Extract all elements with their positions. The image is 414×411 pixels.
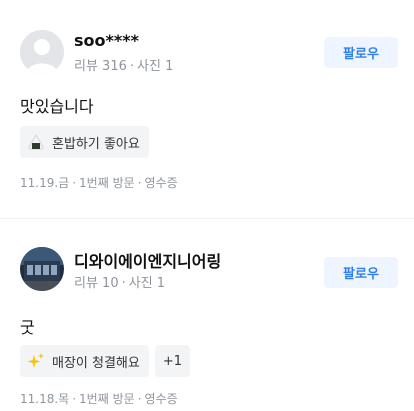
follow-button[interactable]: 팔로우 <box>324 257 398 288</box>
verification-type: 영수증 <box>144 176 178 190</box>
reviewer-stats: 리뷰 10 · 사진 1 <box>74 272 165 291</box>
keyword-tag: 매장이 청결해요 <box>20 345 149 377</box>
separator-dot: · <box>121 276 126 291</box>
follow-button[interactable]: 팔로우 <box>324 37 398 68</box>
separator-dot: · <box>72 176 77 190</box>
tag-label: 매장이 청결해요 <box>52 355 140 371</box>
photo-count: 사진 1 <box>137 59 174 74</box>
visit-count: 1번째 방문 <box>79 176 135 190</box>
review-count: 리뷰 10 <box>74 276 119 291</box>
rice-ball-icon <box>27 133 45 151</box>
default-avatar-icon[interactable] <box>20 30 64 74</box>
review-text: 맛있습니다 <box>20 97 94 116</box>
keyword-tag: 혼밥하기 좋아요 <box>20 126 149 158</box>
separator-dot: · <box>72 392 77 406</box>
review-text: 굿 <box>20 318 35 337</box>
visit-date: 11.18.목 <box>20 392 70 406</box>
separator-dot: · <box>137 176 142 190</box>
building-photo-avatar[interactable] <box>20 247 64 291</box>
sparkles-icon <box>27 352 45 370</box>
separator-dot: · <box>137 392 142 406</box>
review-header: 디와이에이엔지니어링 리뷰 10 · 사진 1 팔로우 <box>20 247 398 291</box>
review-tags: 혼밥하기 좋아요 <box>20 126 149 158</box>
review-tags: 매장이 청결해요 +1 <box>20 345 191 377</box>
photo-count: 사진 1 <box>128 276 166 291</box>
tag-label: 혼밥하기 좋아요 <box>52 136 140 152</box>
visit-count: 1번째 방문 <box>79 392 135 406</box>
visit-info: 11.19.금 · 1번째 방문 · 영수증 <box>20 174 178 191</box>
separator-dot: · <box>129 59 135 74</box>
reviewer-stats: 리뷰 316 · 사진 1 <box>74 55 173 74</box>
reviewer-name[interactable]: 디와이에이엔지니어링 <box>74 248 221 272</box>
verification-type: 영수증 <box>144 392 178 406</box>
visit-date: 11.19.금 <box>20 176 70 190</box>
visit-info: 11.18.목 · 1번째 방문 · 영수증 <box>20 390 178 407</box>
review-count: 리뷰 316 <box>74 59 127 74</box>
more-tags-button[interactable]: +1 <box>154 345 191 377</box>
review-card: soo**** 리뷰 316 · 사진 1 팔로우 맛있습니다 혼밥하기 좋아요 1… <box>0 0 414 219</box>
review-card: 디와이에이엔지니어링 리뷰 10 · 사진 1 팔로우 굿 매장이 청결해요 +1 … <box>0 219 414 411</box>
review-header: soo**** 리뷰 316 · 사진 1 팔로우 <box>20 30 398 74</box>
reviewer-name[interactable]: soo**** <box>74 31 139 50</box>
